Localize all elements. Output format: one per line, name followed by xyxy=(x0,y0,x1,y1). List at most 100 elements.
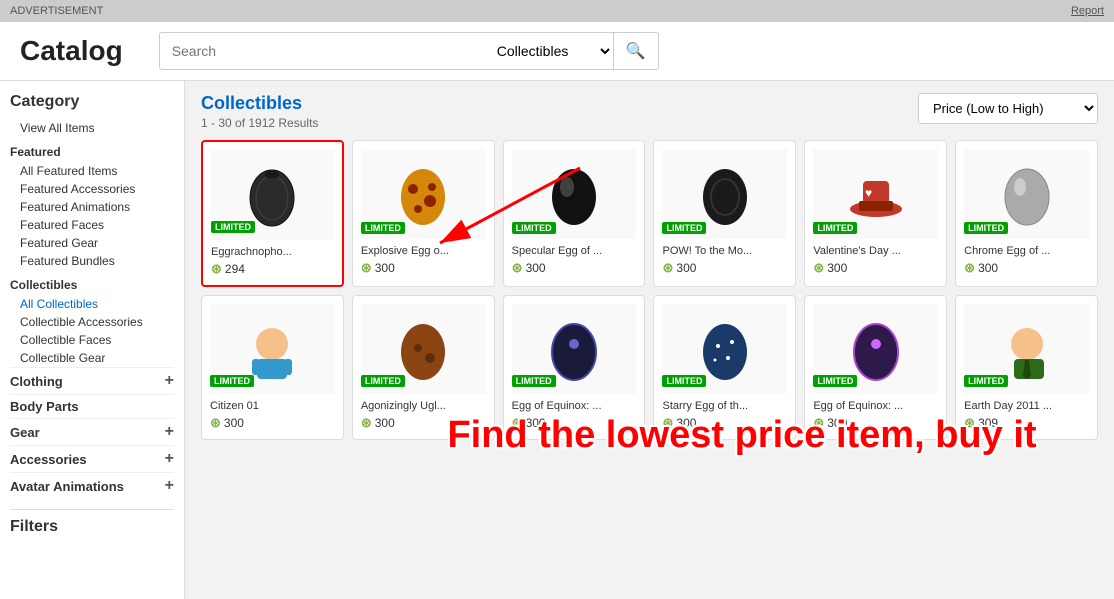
sidebar-item-collectible-gear[interactable]: Collectible Gear xyxy=(10,349,174,367)
sidebar-item-featured-bundles[interactable]: Featured Bundles xyxy=(10,252,174,270)
robux-icon: ⊛ xyxy=(210,415,221,431)
robux-icon: ⊛ xyxy=(964,260,975,276)
limited-badge: LIMITED xyxy=(361,222,405,234)
limited-badge: LIMITED xyxy=(211,221,255,233)
clothing-toggle[interactable]: Clothing + xyxy=(10,367,174,394)
search-bar: Collectibles All Categories Accessories … xyxy=(159,32,659,70)
item-card[interactable]: LIMITED Specular Egg of ... ⊛ 300 xyxy=(503,140,646,287)
header: Catalog Collectibles All Categories Acce… xyxy=(0,22,1114,81)
content-results: 1 - 30 of 1912 Results xyxy=(201,116,318,130)
body-parts-toggle[interactable]: Body Parts xyxy=(10,394,174,418)
category-heading: Category xyxy=(10,93,174,111)
content: Collectibles 1 - 30 of 1912 Results Pric… xyxy=(185,81,1114,452)
robux-icon: ⊛ xyxy=(211,261,222,277)
item-name: Eggrachnopho... xyxy=(211,246,334,258)
robux-icon: ⊛ xyxy=(813,415,824,431)
ad-bar: ADVERTISEMENT Report xyxy=(0,0,1114,22)
sidebar-item-all-collectibles[interactable]: All Collectibles xyxy=(10,295,174,313)
item-card[interactable]: LIMITED Egg of Equinox: ... ⊛ 300 xyxy=(804,295,947,440)
search-category-select[interactable]: Collectibles All Categories Accessories … xyxy=(481,32,613,70)
limited-badge: LIMITED xyxy=(512,375,556,387)
content-wrapper: Find the lowest price item, buy it Colle… xyxy=(185,81,1114,599)
robux-icon: ⊛ xyxy=(813,260,824,276)
item-card[interactable]: LIMITED Egg of Equinox: ... ⊛ 300 xyxy=(503,295,646,440)
report-link[interactable]: Report xyxy=(1071,5,1104,17)
item-price: ⊛ 300 xyxy=(361,260,486,276)
item-price: ⊛ 300 xyxy=(512,260,637,276)
item-card[interactable]: LIMITED Chrome Egg of ... ⊛ 300 xyxy=(955,140,1098,287)
robux-icon: ⊛ xyxy=(361,415,372,431)
item-card[interactable]: ♥ LIMITED Valentine's Day ... ⊛ 300 xyxy=(804,140,947,287)
gear-toggle[interactable]: Gear + xyxy=(10,418,174,445)
item-price: ⊛ 300 xyxy=(210,415,335,431)
limited-badge: LIMITED xyxy=(662,375,706,387)
advertisement-label: ADVERTISEMENT xyxy=(10,5,103,17)
item-price: ⊛ 300 xyxy=(662,260,787,276)
item-price: ⊛ 300 xyxy=(813,415,938,431)
sidebar-item-featured-gear[interactable]: Featured Gear xyxy=(10,234,174,252)
limited-badge: LIMITED xyxy=(813,375,857,387)
sidebar-item-collectible-accessories[interactable]: Collectible Accessories xyxy=(10,313,174,331)
limited-badge: LIMITED xyxy=(662,222,706,234)
sidebar-item-featured-accessories[interactable]: Featured Accessories xyxy=(10,180,174,198)
svg-text:♥: ♥ xyxy=(865,186,872,200)
limited-badge: LIMITED xyxy=(964,222,1008,234)
item-name: Valentine's Day ... xyxy=(813,245,938,257)
limited-badge: LIMITED xyxy=(813,222,857,234)
avatar-animations-plus-icon: + xyxy=(165,477,174,495)
sidebar-item-collectible-faces[interactable]: Collectible Faces xyxy=(10,331,174,349)
item-name: Explosive Egg o... xyxy=(361,245,486,257)
search-input[interactable] xyxy=(159,32,481,70)
item-name: Specular Egg of ... xyxy=(512,245,637,257)
item-name: Starry Egg of th... xyxy=(662,400,787,412)
item-card[interactable]: LIMITEDStarry Egg of th...⊛ 300 xyxy=(653,295,796,440)
item-name: Egg of Equinox: ... xyxy=(813,400,938,412)
featured-header: Featured xyxy=(10,145,174,159)
clothing-plus-icon: + xyxy=(165,372,174,390)
item-name: POW! To the Mo... xyxy=(662,245,787,257)
view-all-items-link[interactable]: View All Items xyxy=(10,119,174,137)
sidebar-item-featured-animations[interactable]: Featured Animations xyxy=(10,198,174,216)
item-price: ⊛ 300 xyxy=(964,260,1089,276)
limited-badge: LIMITED xyxy=(361,375,405,387)
content-title: Collectibles xyxy=(201,93,318,114)
gear-plus-icon: + xyxy=(165,423,174,441)
sidebar: Category View All Items Featured All Fea… xyxy=(0,81,185,599)
main-layout: Category View All Items Featured All Fea… xyxy=(0,81,1114,599)
item-price: ⊛ 300 xyxy=(813,260,938,276)
search-button[interactable]: 🔍 xyxy=(613,32,659,70)
sidebar-item-featured-faces[interactable]: Featured Faces xyxy=(10,216,174,234)
item-name: Egg of Equinox: ... xyxy=(512,400,637,412)
item-card[interactable]: LIMITEDCitizen 01⊛ 300 xyxy=(201,295,344,440)
item-card[interactable]: LIMITED POW! To the Mo... ⊛ 300 xyxy=(653,140,796,287)
item-price: ⊛ 300 xyxy=(361,415,486,431)
catalog-title: Catalog xyxy=(20,35,123,67)
filters-header: Filters xyxy=(10,509,174,536)
accessories-plus-icon: + xyxy=(165,450,174,468)
collectibles-header: Collectibles xyxy=(10,278,174,292)
item-price: ⊛ 294 xyxy=(211,261,334,277)
robux-icon: ⊛ xyxy=(512,260,523,276)
limited-badge: LIMITED xyxy=(210,375,254,387)
limited-badge: LIMITED xyxy=(512,222,556,234)
sidebar-item-all-featured[interactable]: All Featured Items xyxy=(10,162,174,180)
accessories-toggle[interactable]: Accessories + xyxy=(10,445,174,472)
item-card[interactable]: LIMITED Agonizingly Ugl... ⊛ 300 xyxy=(352,295,495,440)
item-card[interactable]: LIMITED Eggrachnopho... ⊛ 294 xyxy=(201,140,344,287)
item-price: ⊛ 309 xyxy=(964,415,1089,431)
item-name: Agonizingly Ugl... xyxy=(361,400,486,412)
item-card[interactable]: LIMITED Explosive Egg o... ⊛ 300 xyxy=(352,140,495,287)
avatar-animations-toggle[interactable]: Avatar Animations + xyxy=(10,472,174,499)
robux-icon: ⊛ xyxy=(361,260,372,276)
robux-icon: ⊛ xyxy=(662,415,673,431)
limited-badge: LIMITED xyxy=(964,375,1008,387)
item-name: Earth Day 2011 ... xyxy=(964,400,1089,412)
sort-dropdown[interactable]: Price (Low to High) Price (High to Low) … xyxy=(918,93,1098,124)
items-grid: LIMITED Eggrachnopho... ⊛ 294 LIMITED Explos… xyxy=(201,140,1098,440)
robux-icon: ⊛ xyxy=(512,415,523,431)
content-header: Collectibles 1 - 30 of 1912 Results Pric… xyxy=(201,93,1098,130)
item-name: Chrome Egg of ... xyxy=(964,245,1089,257)
item-card[interactable]: LIMITED Earth Day 2011 ... ⊛ 309 xyxy=(955,295,1098,440)
item-price: ⊛ 300 xyxy=(512,415,637,431)
robux-icon: ⊛ xyxy=(662,260,673,276)
